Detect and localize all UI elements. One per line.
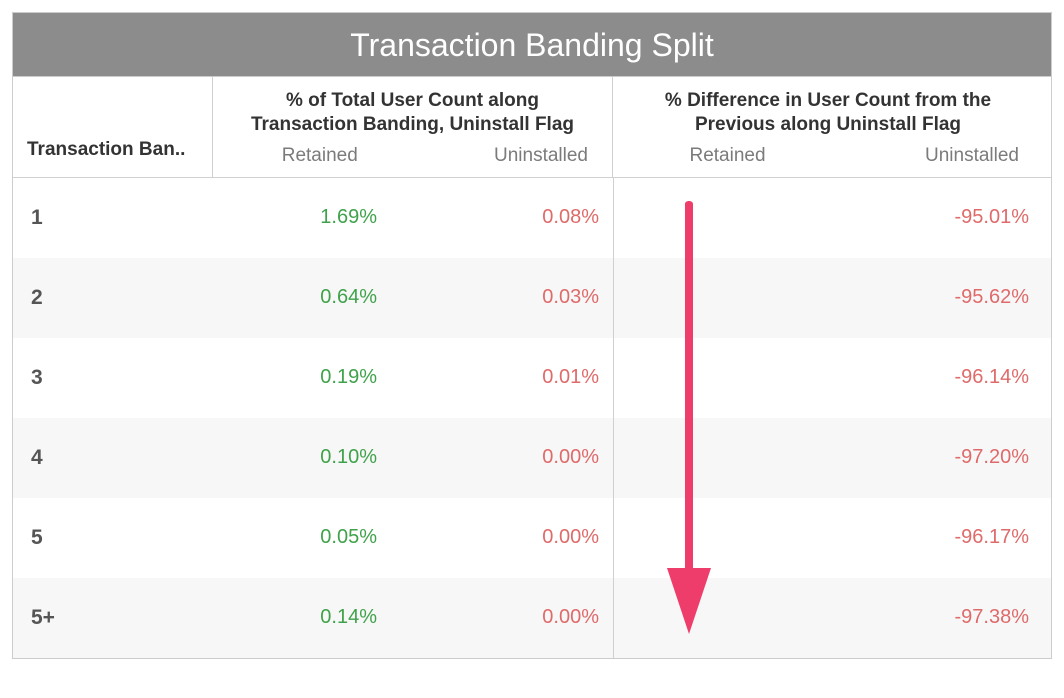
column-divider <box>613 178 614 658</box>
band-label: 1 <box>13 206 213 230</box>
rowheader-cell: Transaction Ban.. <box>13 77 213 177</box>
table-row: 1 1.69% 0.08% -95.01% <box>13 178 1051 258</box>
table-row: 5+ 0.14% 0.00% -97.38% <box>13 578 1051 658</box>
group1-sub-retained: Retained <box>227 145 413 167</box>
diff-uninstalled: -96.14% <box>828 366 1043 389</box>
diff-uninstalled: -96.17% <box>828 526 1043 549</box>
table-row: 3 0.19% 0.01% -96.14% <box>13 338 1051 418</box>
retained-value: 0.14% <box>213 606 413 629</box>
group2-sub-uninstalled: Uninstalled <box>828 145 1029 167</box>
table-body: 1 1.69% 0.08% -95.01% 2 0.64% 0.03% -95.… <box>13 178 1051 658</box>
group1-header: % of Total User Count along Transaction … <box>213 77 613 177</box>
retained-value: 0.05% <box>213 526 413 549</box>
band-label: 4 <box>13 446 213 470</box>
group1-title: % of Total User Count along Transaction … <box>227 89 598 137</box>
band-label: 2 <box>13 286 213 310</box>
table-row: 5 0.05% 0.00% -96.17% <box>13 498 1051 578</box>
band-label: 3 <box>13 366 213 390</box>
group2-header: % Difference in User Count from the Prev… <box>613 77 1043 177</box>
table-row: 4 0.10% 0.00% -97.20% <box>13 418 1051 498</box>
uninstalled-value: 0.01% <box>413 366 613 389</box>
uninstalled-value: 0.00% <box>413 526 613 549</box>
retained-value: 0.19% <box>213 366 413 389</box>
diff-uninstalled: -97.20% <box>828 446 1043 469</box>
table-title: Transaction Banding Split <box>13 13 1051 77</box>
diff-uninstalled: -95.01% <box>828 206 1043 229</box>
header-row: Transaction Ban.. % of Total User Count … <box>13 77 1051 178</box>
rowheader-label: Transaction Ban.. <box>27 139 185 167</box>
uninstalled-value: 0.03% <box>413 286 613 309</box>
band-label: 5+ <box>13 606 213 630</box>
group2-sub-retained: Retained <box>627 145 828 167</box>
diff-uninstalled: -95.62% <box>828 286 1043 309</box>
table-row: 2 0.64% 0.03% -95.62% <box>13 258 1051 338</box>
transaction-banding-table: Transaction Banding Split Transaction Ba… <box>12 12 1052 659</box>
retained-value: 1.69% <box>213 206 413 229</box>
group2-title: % Difference in User Count from the Prev… <box>627 89 1029 137</box>
uninstalled-value: 0.00% <box>413 606 613 629</box>
retained-value: 0.10% <box>213 446 413 469</box>
retained-value: 0.64% <box>213 286 413 309</box>
group1-sub-uninstalled: Uninstalled <box>413 145 599 167</box>
uninstalled-value: 0.00% <box>413 446 613 469</box>
diff-uninstalled: -97.38% <box>828 606 1043 629</box>
band-label: 5 <box>13 526 213 550</box>
uninstalled-value: 0.08% <box>413 206 613 229</box>
